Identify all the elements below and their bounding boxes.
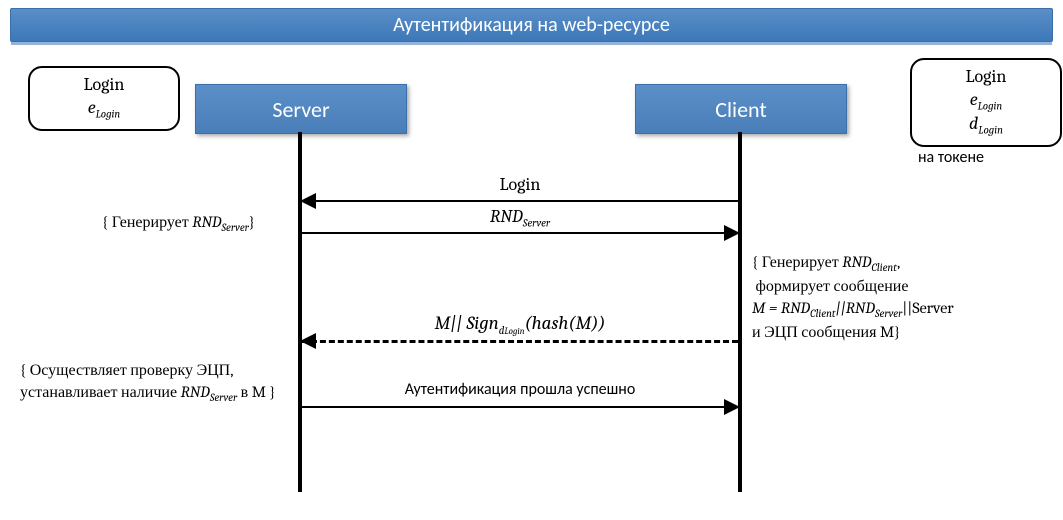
- title-text: Аутентификация на web-ресурсе: [393, 13, 670, 37]
- arrow-right-icon: [724, 399, 740, 415]
- arrow-line: [302, 232, 738, 234]
- sequence-diagram: Аутентификация на web-ресурсе Login eLog…: [0, 0, 1063, 520]
- msg-signed-m-label: M|| SigndLogin(hash(M)): [302, 312, 738, 337]
- note-server-generates: { Генерирует RNDServer}: [102, 212, 255, 236]
- note-server-verify: { Осуществляет проверку ЭЦП, устанавлива…: [20, 360, 300, 406]
- note-client-generates: { Генерирует RNDClient, формирует сообще…: [752, 252, 1052, 343]
- token-note: на токене: [918, 148, 984, 167]
- client-knows-e-login: eLogin: [926, 89, 1046, 113]
- msg-login-label: Login: [302, 174, 738, 195]
- msg-auth-success-label: Аутентификация прошла успешно: [302, 380, 738, 399]
- arrow-line: [302, 200, 738, 202]
- arrow-dashed-line: [302, 340, 738, 343]
- client-knowledge-box: Login eLogin dLogin: [910, 58, 1062, 147]
- msg-rnd-server-label: RNDServer: [302, 206, 738, 230]
- lifeline-client: [738, 132, 742, 492]
- client-knows-login: Login: [926, 66, 1046, 89]
- server-knowledge-box: Login eLogin: [28, 66, 180, 131]
- server-knows-login: Login: [44, 74, 164, 97]
- participant-server: Server: [195, 84, 407, 134]
- client-knows-d-login: dLogin: [926, 113, 1046, 137]
- diagram-title: Аутентификация на web-ресурсе: [10, 8, 1053, 42]
- participant-client: Client: [635, 84, 847, 134]
- arrow-line: [302, 406, 738, 408]
- server-knows-e-login: eLogin: [44, 97, 164, 121]
